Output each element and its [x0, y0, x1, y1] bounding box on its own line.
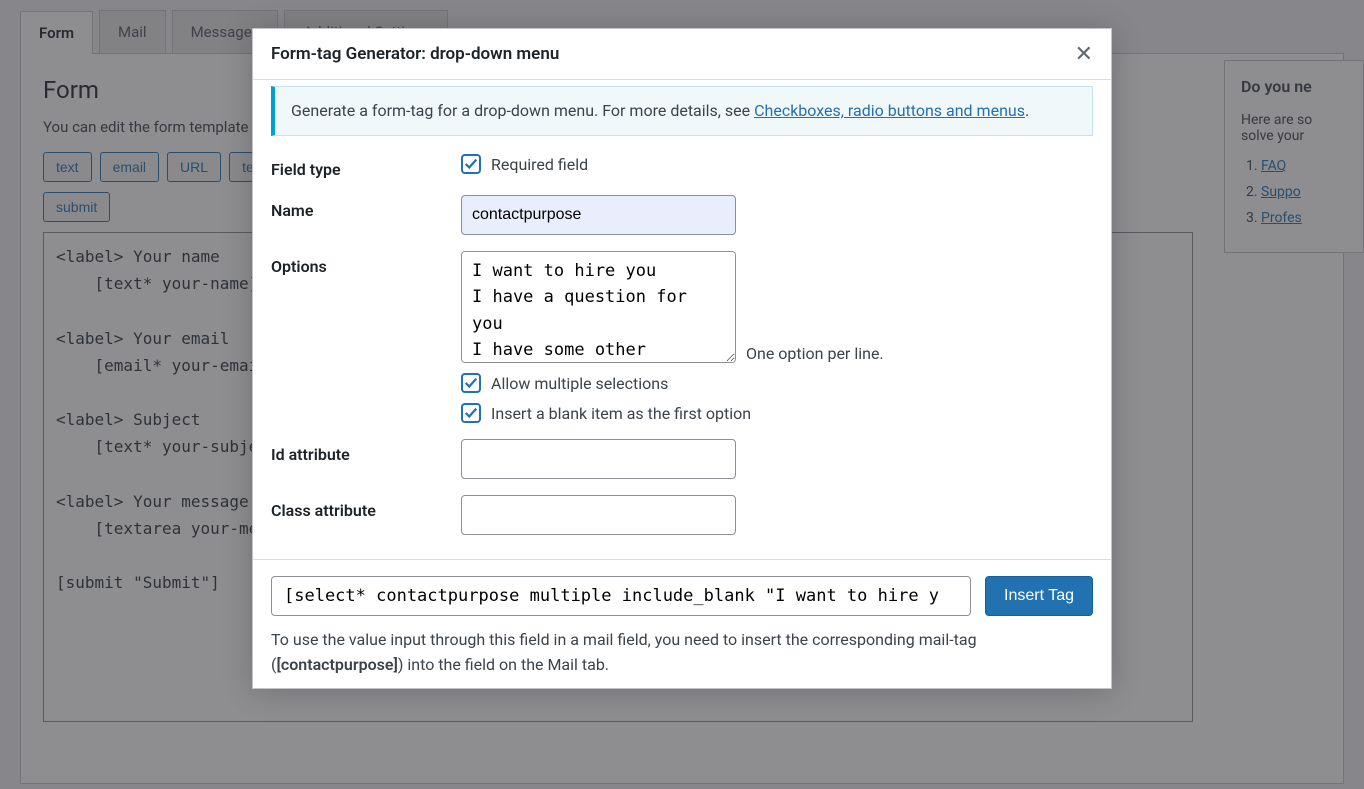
required-field-label: Required field	[491, 155, 588, 174]
close-icon[interactable]: ✕	[1075, 43, 1093, 65]
insert-blank-label: Insert a blank item as the first option	[491, 404, 751, 423]
label-id-attribute: Id attribute	[271, 439, 461, 464]
class-attribute-field[interactable]	[461, 495, 736, 535]
required-field-checkbox[interactable]: Required field	[461, 154, 588, 174]
note-post: ) into the field on the Mail tab.	[398, 655, 609, 674]
mail-tag-note: To use the value input through this fiel…	[271, 628, 1093, 678]
label-name: Name	[271, 195, 461, 220]
insert-blank-checkbox[interactable]: Insert a blank item as the first option	[461, 403, 751, 423]
allow-multiple-label: Allow multiple selections	[491, 374, 668, 393]
allow-multiple-checkbox[interactable]: Allow multiple selections	[461, 373, 668, 393]
name-field[interactable]	[461, 195, 736, 235]
id-attribute-field[interactable]	[461, 439, 736, 479]
notice-link[interactable]: Checkboxes, radio buttons and menus	[754, 101, 1025, 120]
options-textarea[interactable]	[461, 251, 736, 363]
checkbox-checked-icon	[461, 373, 481, 393]
insert-tag-button[interactable]: Insert Tag	[985, 576, 1093, 616]
checkbox-checked-icon	[461, 403, 481, 423]
checkbox-checked-icon	[461, 154, 481, 174]
label-class-attribute: Class attribute	[271, 495, 461, 520]
note-tag: [contactpurpose]	[276, 655, 397, 674]
modal-notice: Generate a form-tag for a drop-down menu…	[271, 86, 1093, 136]
options-hint: One option per line.	[746, 344, 884, 363]
tag-output-field[interactable]	[271, 576, 971, 616]
form-tag-generator-modal: Form-tag Generator: drop-down menu ✕ Gen…	[252, 28, 1112, 689]
modal-title: Form-tag Generator: drop-down menu	[271, 44, 559, 64]
label-options: Options	[271, 251, 461, 276]
modal-backdrop: Form-tag Generator: drop-down menu ✕ Gen…	[0, 0, 1364, 789]
label-field-type: Field type	[271, 154, 461, 179]
notice-text-end: .	[1025, 101, 1029, 120]
notice-text: Generate a form-tag for a drop-down menu…	[291, 101, 754, 120]
